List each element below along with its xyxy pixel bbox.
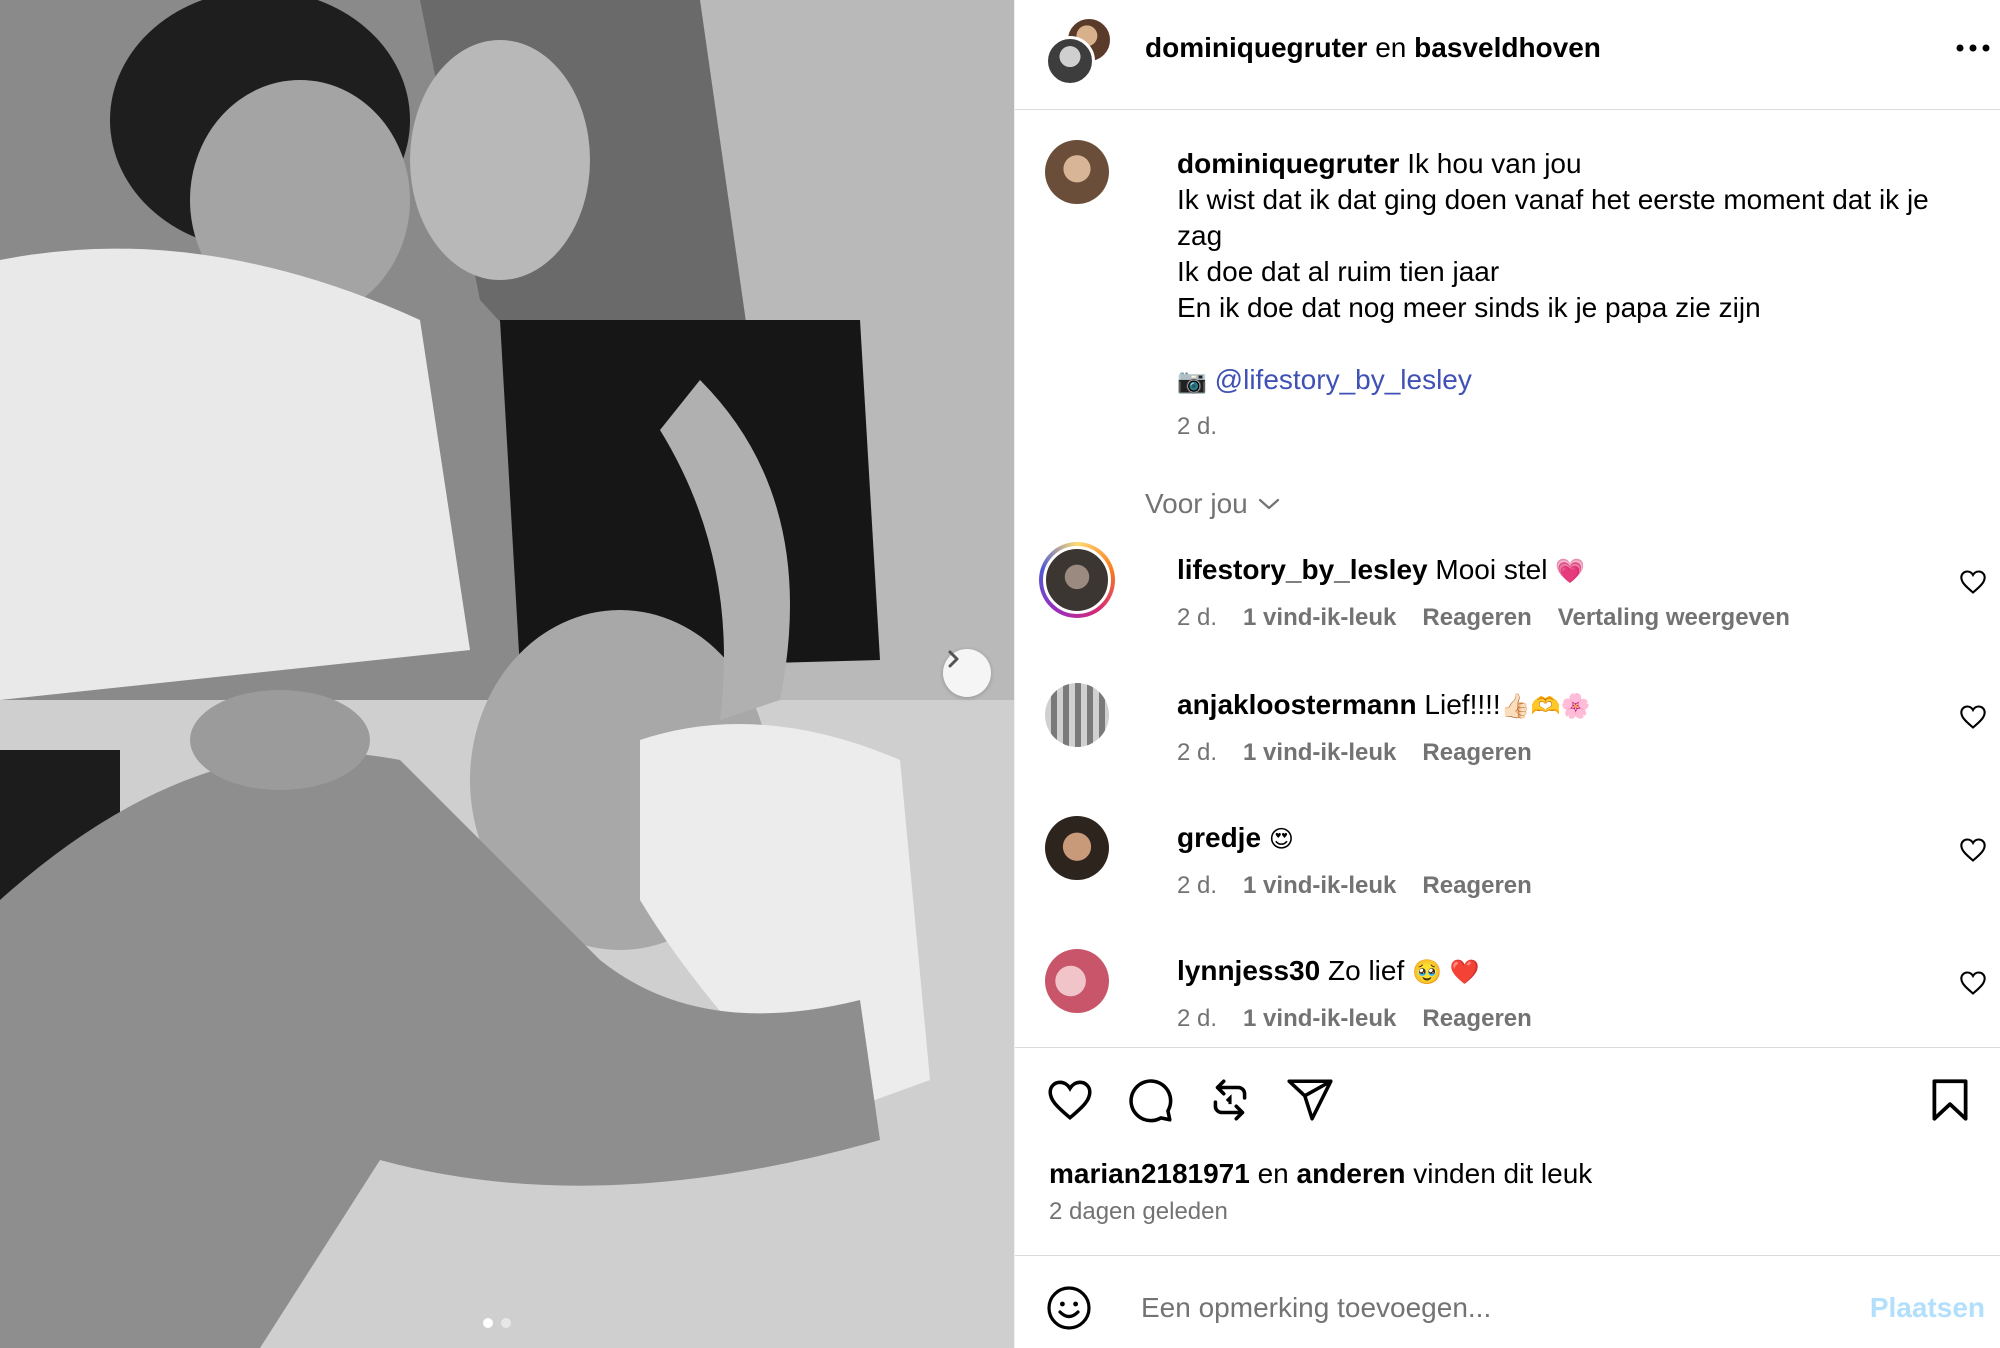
post-time[interactable]: 2 dagen geleden [1049, 1198, 1228, 1226]
more-icon [1956, 44, 1990, 52]
comment-item: lynnjess30 Zo lief 🥹 ❤️ 2 d. 1 vind-ik-l… [1045, 949, 1986, 1059]
reply-button[interactable]: Reageren [1422, 739, 1531, 767]
caption-mention-link[interactable]: @lifestory_by_lesley [1215, 364, 1472, 395]
comment-username[interactable]: anjakloostermann [1177, 689, 1417, 720]
comment-input[interactable] [1141, 1286, 1821, 1330]
translate-button[interactable]: Vertaling weergeven [1558, 604, 1790, 632]
caption-text: dominiquegruter Ik hou van jou Ik wist d… [1177, 146, 1977, 445]
post-comment-button[interactable]: Plaatsen [1870, 1292, 1985, 1324]
comment-meta: 2 d. 1 vind-ik-leuk Reageren Vertaling w… [1177, 604, 1790, 632]
avatar[interactable] [1045, 683, 1109, 747]
comment-likes[interactable]: 1 vind-ik-leuk [1243, 739, 1396, 767]
comment-text: lynnjess30 Zo lief 🥹 ❤️ [1177, 955, 1479, 987]
chevron-down-icon [1258, 498, 1279, 510]
header-title: dominiquegruter en basveldhoven [1145, 32, 1601, 64]
comment-likes[interactable]: 1 vind-ik-leuk [1243, 604, 1396, 632]
avatar [1045, 36, 1095, 86]
like-heart-icon[interactable] [1045, 1075, 1095, 1125]
header-user-1[interactable]: dominiquegruter [1145, 32, 1367, 63]
comment-body: Mooi stel [1435, 554, 1548, 585]
comment-text: gredje 😍 [1177, 822, 1294, 854]
comment-body: Lief!!!! [1424, 689, 1501, 720]
comment-meta: 2 d. 1 vind-ik-leuk Reageren [1177, 1005, 1532, 1033]
chevron-right-icon [948, 650, 959, 668]
comment-emoji: 🥹 ❤️ [1412, 958, 1480, 986]
post-photo [0, 0, 1014, 1348]
comment-meta: 2 d. 1 vind-ik-leuk Reageren [1177, 872, 1532, 900]
comment-time[interactable]: 2 d. [1177, 604, 1217, 632]
comment-text: anjakloostermann Lief!!!!👍🏻🫶🌸 [1177, 689, 1590, 721]
header-user-2[interactable]: basveldhoven [1414, 32, 1601, 63]
comment-emoji: 👍🏻🫶🌸 [1500, 692, 1591, 720]
avatar[interactable] [1045, 816, 1109, 880]
comment-emoji: 😍 [1268, 825, 1294, 853]
post-actions [1045, 1075, 1975, 1125]
emoji-picker-icon[interactable] [1045, 1284, 1093, 1332]
comment-icon[interactable] [1125, 1075, 1175, 1125]
more-options-button[interactable] [1953, 30, 1993, 66]
liker-username[interactable]: marian2181971 [1049, 1158, 1250, 1189]
reply-button[interactable]: Reageren [1422, 1005, 1531, 1033]
post-panel: dominiquegruter en basveldhoven dominiqu… [1014, 0, 2000, 1348]
comment-composer: Plaatsen [1045, 1280, 1985, 1336]
comment-username[interactable]: lifestory_by_lesley [1177, 554, 1428, 585]
heart-icon[interactable] [1959, 703, 1987, 731]
post-header: dominiquegruter en basveldhoven [1015, 0, 2000, 110]
reply-button[interactable]: Reageren [1422, 604, 1531, 632]
carousel-next-button[interactable] [943, 649, 991, 697]
comment-time[interactable]: 2 d. [1177, 1005, 1217, 1033]
heart-icon[interactable] [1959, 836, 1987, 864]
likes-others-link[interactable]: anderen [1297, 1158, 1406, 1189]
comment-likes[interactable]: 1 vind-ik-leuk [1243, 872, 1396, 900]
comment-filter-dropdown[interactable]: Voor jou [1145, 488, 1280, 520]
comment-text: lifestory_by_lesley Mooi stel 💗 [1177, 554, 1585, 586]
avatar[interactable] [1045, 140, 1109, 204]
comment-username[interactable]: gredje [1177, 822, 1261, 853]
likes-joiner: en [1257, 1158, 1289, 1189]
divider [1015, 1047, 2000, 1048]
caption-line: Ik doe dat al ruim tien jaar [1177, 256, 1500, 287]
reply-button[interactable]: Reageren [1422, 872, 1531, 900]
caption-username[interactable]: dominiquegruter [1177, 148, 1399, 179]
bookmark-icon[interactable] [1925, 1075, 1975, 1125]
comment-item: lifestory_by_lesley Mooi stel 💗 2 d. 1 v… [1039, 542, 1986, 658]
caption-line: Ik hou van jou [1407, 148, 1582, 179]
avatar[interactable] [1039, 542, 1115, 618]
comment-username[interactable]: lynnjess30 [1177, 955, 1320, 986]
header-joiner: en [1375, 32, 1407, 63]
comment-item: anjakloostermann Lief!!!!👍🏻🫶🌸 2 d. 1 vin… [1045, 683, 1986, 793]
caption-time[interactable]: 2 d. [1177, 409, 1977, 445]
repost-icon[interactable] [1205, 1075, 1255, 1125]
heart-icon[interactable] [1959, 969, 1987, 997]
avatar[interactable] [1045, 949, 1109, 1013]
comment-body: Zo lief [1327, 955, 1405, 986]
likes-summary: marian2181971 en anderen vinden dit leuk [1049, 1158, 1592, 1190]
collab-avatars[interactable] [1045, 16, 1115, 86]
caption-line: En ik doe dat nog meer sinds ik je papa … [1177, 292, 1761, 323]
comment-filter-label: Voor jou [1145, 488, 1248, 519]
share-icon[interactable] [1285, 1075, 1335, 1125]
comment-meta: 2 d. 1 vind-ik-leuk Reageren [1177, 739, 1532, 767]
heart-icon[interactable] [1959, 568, 1987, 596]
camera-emoji: 📷 [1177, 367, 1207, 395]
photo-illustration [0, 0, 1014, 1348]
comment-item: gredje 😍 2 d. 1 vind-ik-leuk Reageren [1045, 816, 1986, 926]
carousel-indicator [483, 1318, 511, 1328]
comment-likes[interactable]: 1 vind-ik-leuk [1243, 1005, 1396, 1033]
caption-line: Ik wist dat ik dat ging doen vanaf het e… [1177, 184, 1929, 251]
comment-time[interactable]: 2 d. [1177, 872, 1217, 900]
divider [1015, 1255, 2000, 1256]
comment-time[interactable]: 2 d. [1177, 739, 1217, 767]
likes-suffix: vinden dit leuk [1413, 1158, 1593, 1189]
carousel-dot [501, 1318, 511, 1328]
comment-emoji: 💗 [1555, 557, 1586, 585]
carousel-dot-active [483, 1318, 493, 1328]
